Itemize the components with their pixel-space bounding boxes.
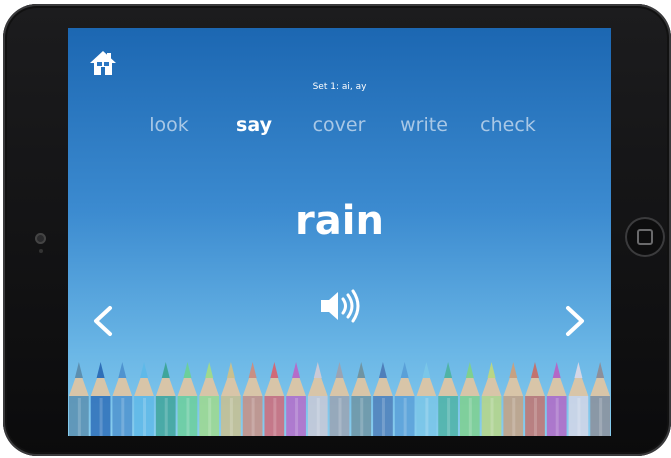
pencil	[264, 362, 285, 436]
tab-say[interactable]: say	[214, 114, 294, 136]
set-title: Set 1: ai, ay	[312, 82, 367, 92]
pencil	[90, 362, 111, 436]
pencil	[351, 362, 372, 436]
pencil	[481, 362, 502, 436]
device-home-button[interactable]	[627, 219, 663, 255]
pencil	[286, 362, 306, 436]
pencil	[69, 362, 89, 436]
pencil	[307, 362, 328, 436]
tab-check[interactable]: check	[468, 114, 548, 136]
pencil	[503, 362, 524, 436]
home-icon[interactable]	[88, 48, 118, 78]
home-button-square-icon	[637, 229, 653, 245]
pencil	[329, 362, 350, 436]
pencil	[590, 362, 610, 436]
pencil	[155, 362, 176, 436]
pencil	[177, 362, 198, 436]
pencil	[459, 362, 480, 436]
speaker-icon[interactable]	[318, 286, 362, 326]
chevron-right-icon[interactable]	[562, 304, 588, 338]
ambient-sensor	[39, 249, 43, 253]
pencil	[373, 362, 393, 436]
pencil	[199, 362, 220, 436]
pencil	[112, 362, 133, 436]
pencil	[568, 362, 589, 436]
pencil	[438, 362, 458, 436]
tab-write[interactable]: write	[384, 114, 464, 136]
pencil	[525, 362, 545, 436]
pencil	[242, 362, 263, 436]
spelling-word: rain	[295, 198, 384, 244]
pencil	[134, 362, 154, 436]
pencil	[546, 362, 567, 436]
tab-look[interactable]: look	[129, 114, 209, 136]
pencil	[394, 362, 415, 436]
pencil	[221, 362, 241, 436]
front-camera	[35, 233, 46, 244]
step-tabs: look say cover write check	[68, 114, 611, 144]
pencil	[416, 362, 437, 436]
tab-cover[interactable]: cover	[299, 114, 379, 136]
pencil-border-decoration	[69, 362, 610, 436]
app-screen: Set 1: ai, ay look say cover write check…	[68, 28, 611, 436]
chevron-left-icon[interactable]	[90, 304, 116, 338]
